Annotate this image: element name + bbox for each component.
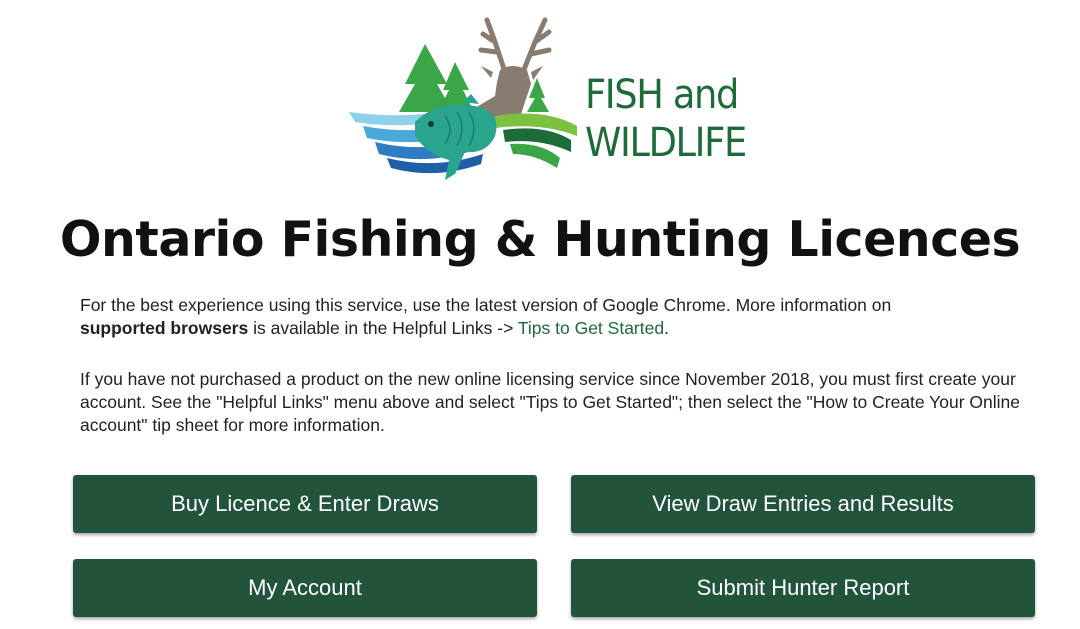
- tips-to-get-started-link[interactable]: Tips to Get Started: [518, 318, 664, 338]
- logo-line-1: FISH and: [585, 72, 739, 118]
- fish-and-wildlife-logo: FISH and WILDLIFE: [345, 12, 765, 187]
- account-notice: If you have not purchased a product on t…: [80, 369, 1020, 435]
- buy-licence-button[interactable]: Buy Licence & Enter Draws: [73, 475, 537, 533]
- browser-notice-text-1: For the best experience using this servi…: [80, 295, 892, 315]
- view-draw-entries-button[interactable]: View Draw Entries and Results: [571, 475, 1035, 533]
- logo-line-2: WILDLIFE: [585, 120, 747, 166]
- supported-browsers-label: supported browsers: [80, 318, 249, 338]
- browser-notice-text-3: .: [664, 318, 669, 338]
- page-title: Ontario Fishing & Hunting Licences: [59, 211, 1021, 268]
- browser-notice: For the best experience using this servi…: [80, 294, 980, 340]
- fish-and-wildlife-emblem-icon: [349, 17, 577, 180]
- browser-notice-text-2: is available in the Helpful Links ->: [248, 318, 518, 338]
- my-account-button[interactable]: My Account: [73, 559, 537, 617]
- submit-hunter-report-button[interactable]: Submit Hunter Report: [571, 559, 1035, 617]
